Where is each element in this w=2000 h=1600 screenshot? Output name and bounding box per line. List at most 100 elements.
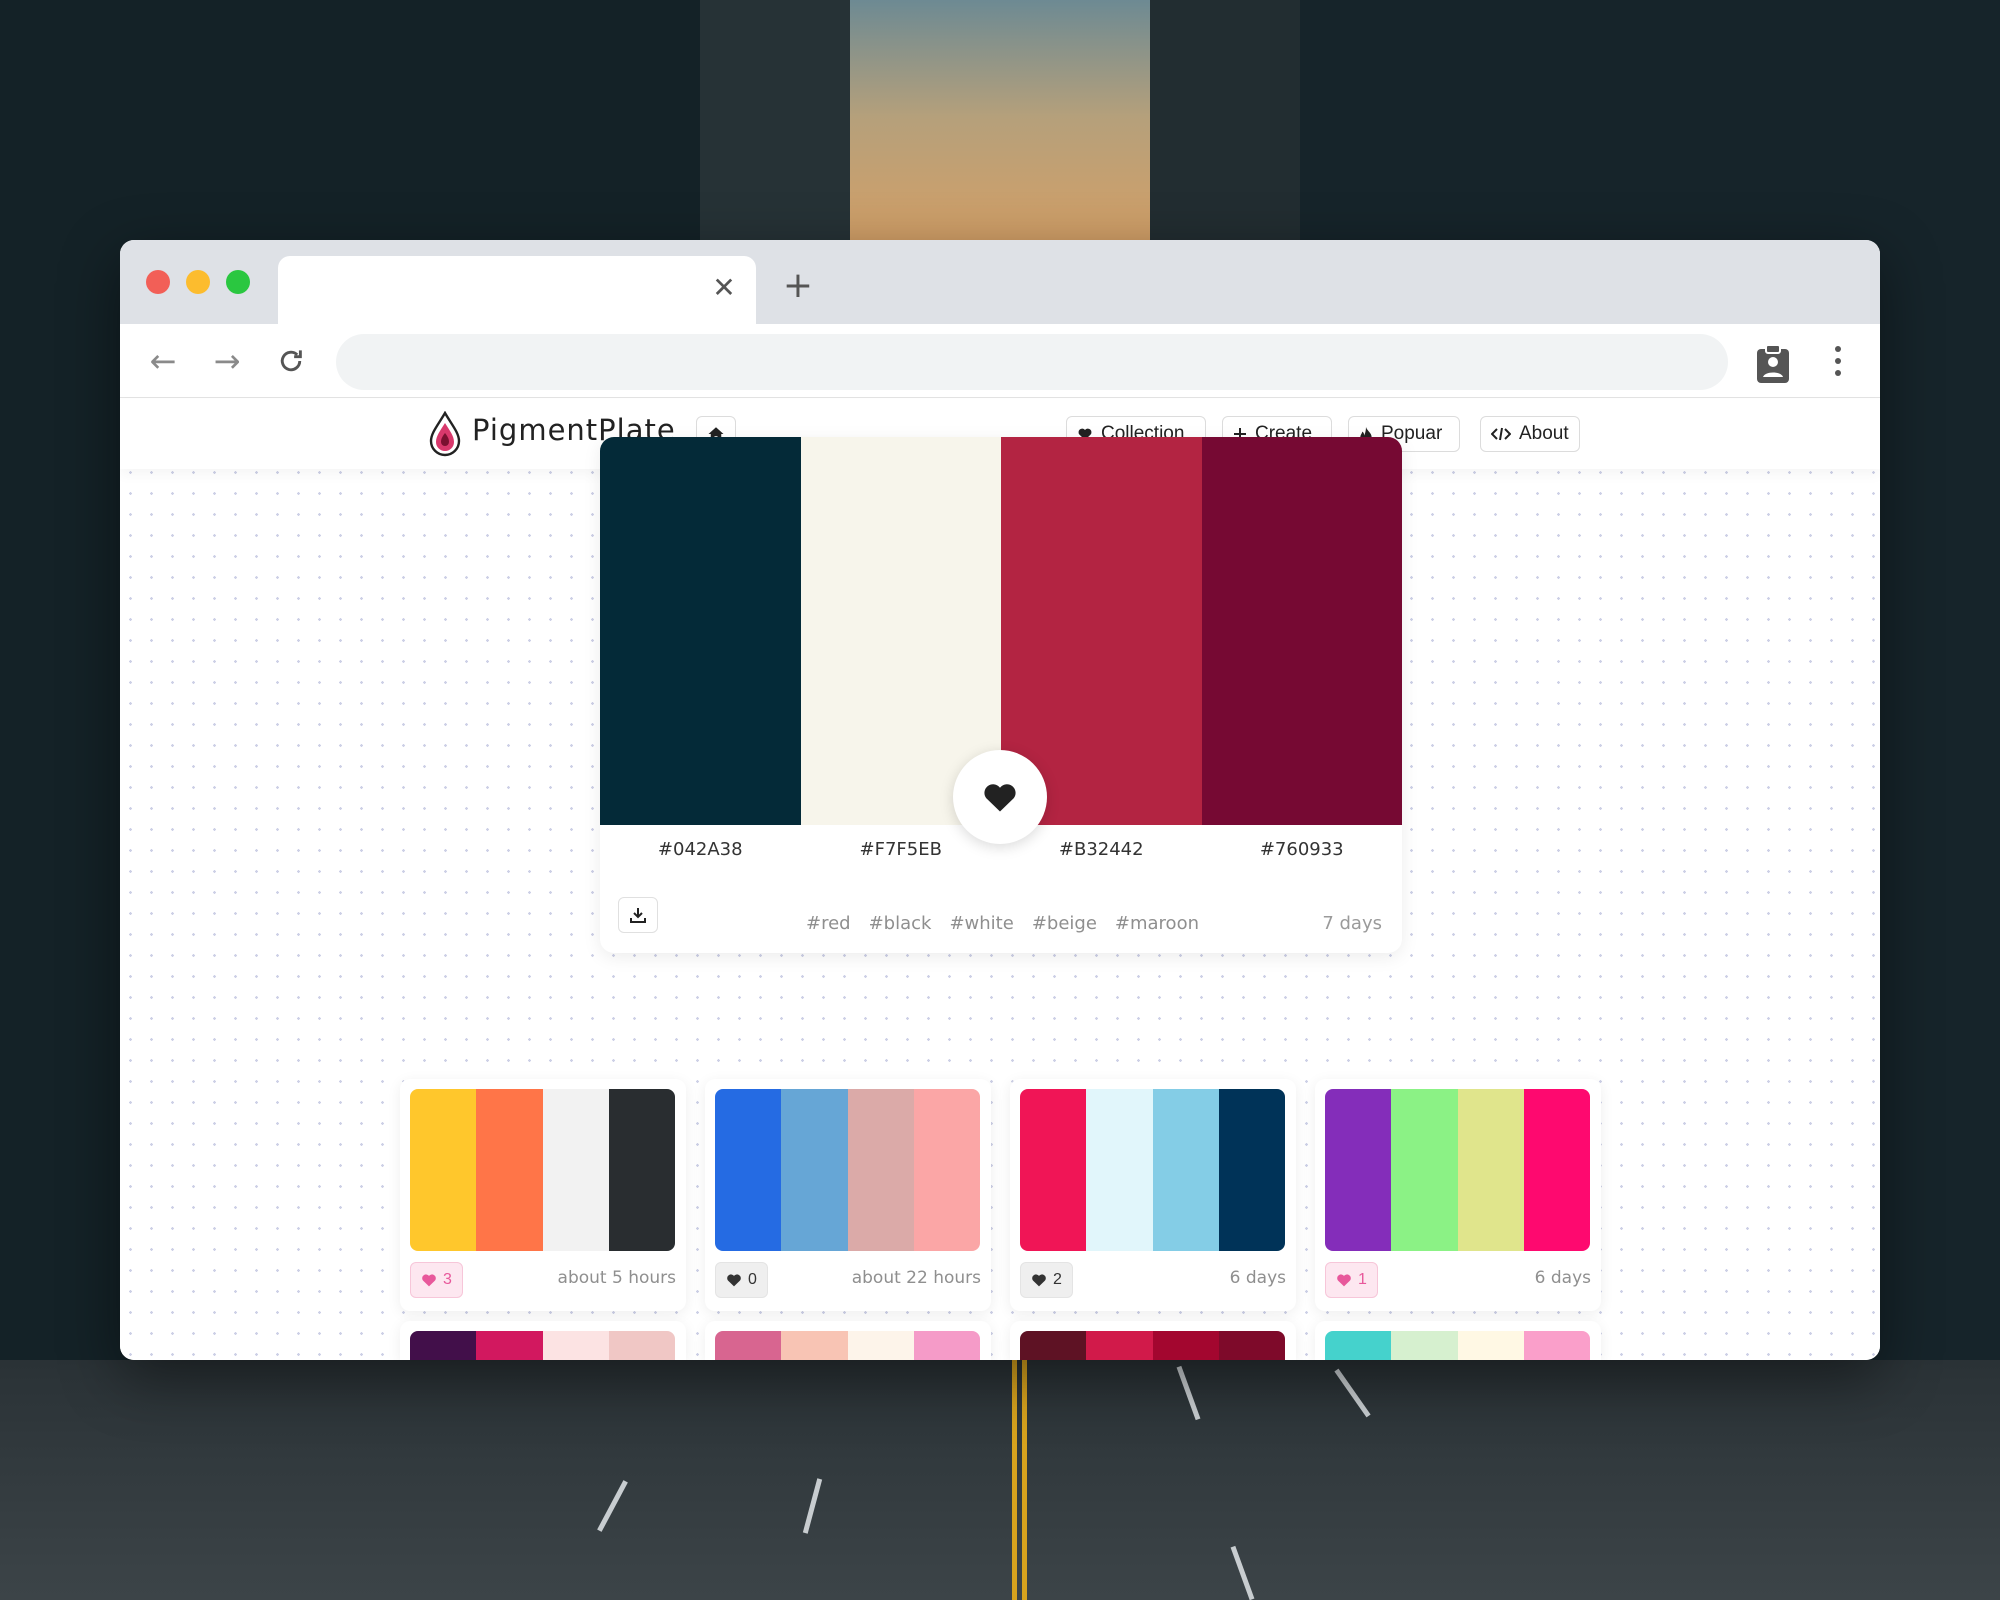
palette-card[interactable] <box>400 1321 686 1360</box>
color-swatch[interactable] <box>1391 1331 1458 1360</box>
palette-swatches[interactable] <box>1325 1331 1590 1360</box>
palette-age: 7 days <box>1322 913 1382 934</box>
color-swatch[interactable] <box>1020 1089 1087 1251</box>
color-swatch[interactable] <box>542 1089 609 1251</box>
pigmentplate-logo-icon[interactable] <box>428 410 462 457</box>
color-swatch[interactable] <box>1020 1331 1087 1360</box>
heart-icon <box>422 1274 436 1287</box>
color-swatch[interactable] <box>1391 1089 1458 1251</box>
palette-age: 6 days <box>1534 1268 1591 1288</box>
palette-card[interactable]: 1 6 days <box>1315 1079 1601 1311</box>
color-swatch[interactable] <box>1523 1331 1590 1360</box>
like-button[interactable] <box>953 750 1047 844</box>
nav-about-label: About <box>1519 423 1569 444</box>
background-sky <box>820 0 1180 260</box>
palette-swatches[interactable] <box>1325 1089 1590 1251</box>
palette-card[interactable] <box>1315 1321 1601 1360</box>
like-count: 0 <box>748 1271 757 1288</box>
color-swatch[interactable] <box>1523 1089 1590 1251</box>
color-swatch[interactable] <box>1218 1089 1285 1251</box>
browser-menu-icon[interactable] <box>1832 346 1844 382</box>
color-swatch[interactable] <box>781 1331 848 1360</box>
web-page: PigmentPlate Collection Create Popuar Ab… <box>120 399 1880 1360</box>
color-swatch[interactable] <box>913 1089 980 1251</box>
browser-tab[interactable]: ✕ <box>278 256 756 324</box>
background-building <box>700 0 850 260</box>
browser-toolbar: ← → <box>120 324 1880 398</box>
color-swatch[interactable] <box>476 1331 543 1360</box>
reload-icon[interactable] <box>272 342 310 380</box>
like-count: 2 <box>1053 1271 1062 1288</box>
hex-label[interactable]: #B32442 <box>1001 825 1202 875</box>
palette-card[interactable]: 3 about 5 hours <box>400 1079 686 1311</box>
color-swatch[interactable] <box>1201 437 1402 825</box>
color-swatch[interactable] <box>1218 1331 1285 1360</box>
nav-about-button[interactable]: About <box>1480 416 1580 452</box>
palette-card[interactable]: 0 about 22 hours <box>705 1079 991 1311</box>
tag-link[interactable]: #white <box>949 913 1013 934</box>
like-count-button[interactable]: 0 <box>715 1262 768 1298</box>
color-swatch[interactable] <box>847 1089 914 1251</box>
color-swatch[interactable] <box>1457 1331 1524 1360</box>
download-button[interactable] <box>618 897 658 933</box>
new-tab-icon[interactable]: + <box>780 268 816 304</box>
like-count: 3 <box>443 1271 452 1288</box>
like-count: 1 <box>1358 1271 1367 1288</box>
like-count-button[interactable]: 3 <box>410 1262 463 1298</box>
color-swatch[interactable] <box>847 1331 914 1360</box>
palette-swatches[interactable] <box>1020 1331 1285 1360</box>
palette-age: 6 days <box>1229 1268 1286 1288</box>
color-swatch[interactable] <box>542 1331 609 1360</box>
heart-icon <box>1032 1274 1046 1287</box>
color-swatch[interactable] <box>608 1089 675 1251</box>
palette-swatches[interactable] <box>410 1089 675 1251</box>
forward-arrow-icon[interactable]: → <box>208 342 246 380</box>
background-building <box>1150 0 1310 260</box>
color-swatch[interactable] <box>1086 1089 1153 1251</box>
maximize-window-button[interactable] <box>226 270 250 294</box>
tag-link[interactable]: #beige <box>1032 913 1097 934</box>
color-swatch[interactable] <box>913 1331 980 1360</box>
background-road <box>0 1360 2000 1600</box>
palette-card[interactable]: 2 6 days <box>1010 1079 1296 1311</box>
palette-card[interactable] <box>1010 1321 1296 1360</box>
color-swatch[interactable] <box>1325 1089 1392 1251</box>
tag-link[interactable]: #black <box>869 913 932 934</box>
color-swatch[interactable] <box>1325 1331 1392 1360</box>
featured-palette-card: #042A38 #F7F5EB #B32442 #760933 #red #bl… <box>600 437 1402 953</box>
color-swatch[interactable] <box>781 1089 848 1251</box>
minimize-window-button[interactable] <box>186 270 210 294</box>
color-swatch[interactable] <box>410 1089 477 1251</box>
palette-swatches[interactable] <box>715 1089 980 1251</box>
palette-swatches[interactable] <box>715 1331 980 1360</box>
close-tab-icon[interactable]: ✕ <box>710 274 738 302</box>
like-count-button[interactable]: 1 <box>1325 1262 1378 1298</box>
color-swatch[interactable] <box>1152 1089 1219 1251</box>
color-swatch[interactable] <box>410 1331 477 1360</box>
color-swatch[interactable] <box>1457 1089 1524 1251</box>
profile-badge-icon[interactable] <box>1756 344 1790 384</box>
color-swatch[interactable] <box>1152 1331 1219 1360</box>
color-swatch[interactable] <box>715 1089 782 1251</box>
color-swatch[interactable] <box>715 1331 782 1360</box>
background-lane-line <box>1022 1360 1027 1600</box>
back-arrow-icon[interactable]: ← <box>144 342 182 380</box>
color-swatch[interactable] <box>1086 1331 1153 1360</box>
hex-label[interactable]: #042A38 <box>600 825 801 875</box>
code-icon <box>1491 427 1511 441</box>
color-swatch[interactable] <box>608 1331 675 1360</box>
download-icon <box>630 908 646 923</box>
palette-swatches[interactable] <box>410 1331 675 1360</box>
hex-label[interactable]: #760933 <box>1202 825 1403 875</box>
palette-swatches[interactable] <box>1020 1089 1285 1251</box>
color-swatch[interactable] <box>600 437 801 825</box>
address-bar[interactable] <box>336 334 1728 390</box>
palette-card[interactable] <box>705 1321 991 1360</box>
like-count-button[interactable]: 2 <box>1020 1262 1073 1298</box>
background-lane-line <box>1012 1360 1017 1600</box>
tag-link[interactable]: #red <box>806 913 851 934</box>
palette-age: about 22 hours <box>851 1268 981 1288</box>
close-window-button[interactable] <box>146 270 170 294</box>
tag-link[interactable]: #maroon <box>1115 913 1199 934</box>
color-swatch[interactable] <box>476 1089 543 1251</box>
